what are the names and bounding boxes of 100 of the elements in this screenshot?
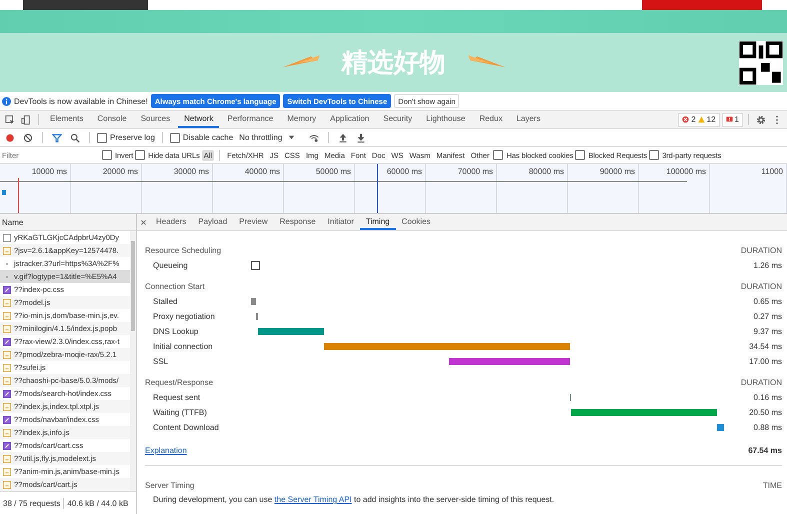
wifi-settings-icon[interactable] — [307, 132, 322, 142]
script-file-icon — [3, 364, 11, 372]
section-title: Connection Start — [145, 282, 205, 291]
checkbox[interactable] — [493, 150, 504, 160]
duration-value: 0.27 ms — [752, 312, 782, 321]
total-duration: 67.54 ms — [748, 446, 782, 454]
duration-value: 1.26 ms — [752, 261, 782, 270]
stylesheet-file-icon — [3, 286, 11, 294]
time-tick-label: 10000 ms — [32, 167, 67, 176]
column-header: DURATION — [740, 246, 782, 255]
detail-tab[interactable]: Timing — [360, 214, 396, 230]
time-tick-label: 30000 ms — [174, 167, 209, 176]
timing-label: Stalled — [153, 297, 178, 306]
timing-label: SSL — [153, 357, 170, 366]
timing-label: Proxy negotiation — [153, 312, 216, 321]
clear-icon[interactable] — [21, 132, 35, 142]
checkbox[interactable] — [170, 132, 180, 142]
server-timing-description: During development, you can use the Server Timing API to add insights into the server-side timing of this request. — [153, 495, 556, 504]
queueing-marker — [251, 261, 260, 270]
request-mini-bar — [2, 190, 6, 195]
time-tick-label: 90000 ms — [600, 167, 635, 176]
duration-value: 0.16 ms — [752, 393, 782, 402]
script-file-icon — [3, 312, 11, 320]
stylesheet-file-icon — [3, 416, 11, 424]
issue-counter[interactable]: 2 12 — [678, 112, 720, 126]
script-file-icon — [3, 468, 11, 476]
duration-value: 34.54 ms — [748, 342, 782, 351]
devtools-tab[interactable]: Console — [91, 111, 133, 128]
close-icon[interactable] — [140, 218, 147, 226]
devtools-tab[interactable]: Security — [377, 111, 418, 128]
document-icon — [3, 234, 11, 242]
devtools-tab[interactable]: Sources — [134, 111, 176, 128]
devtools-tab[interactable]: Elements — [44, 111, 90, 128]
checkbox[interactable] — [135, 150, 146, 160]
script-file-icon — [3, 402, 11, 410]
warning-icon — [698, 116, 705, 123]
duration-value: 9.37 ms — [752, 327, 782, 336]
server-timing-api-link[interactable]: the Server Timing API — [274, 495, 352, 504]
time-tick-label: 40000 ms — [244, 167, 280, 176]
devtools-tab[interactable]: Layers — [510, 111, 546, 128]
time-tick-label: 11000 — [761, 167, 783, 176]
script-file-icon — [3, 454, 11, 462]
qr-code-icon — [739, 41, 783, 85]
detail-tab[interactable]: Response — [274, 214, 322, 230]
caret-icon[interactable] — [288, 134, 296, 141]
script-file-icon — [3, 246, 11, 254]
timing-label: Queueing — [153, 261, 189, 270]
timing-label: Content Download — [153, 423, 220, 432]
section-title: Resource Scheduling — [145, 246, 222, 255]
script-file-icon — [3, 428, 11, 436]
devtools-tab[interactable]: Performance — [221, 111, 280, 128]
error-count: 2 — [691, 115, 696, 124]
detail-tab[interactable]: Preview — [233, 214, 274, 230]
dom-content-loaded-marker — [377, 164, 378, 213]
throttling-dropdown[interactable]: No throttling — [237, 133, 284, 142]
scrollbar[interactable] — [130, 231, 136, 491]
detail-tab[interactable]: Payload — [192, 214, 234, 230]
explanation-link[interactable]: Explanation — [145, 446, 187, 454]
column-header: DURATION — [740, 378, 782, 387]
checkbox[interactable] — [575, 150, 586, 160]
column-header: TIME — [762, 481, 782, 490]
column-header[interactable]: Name — [2, 218, 24, 226]
timing-label: Initial connection — [153, 342, 214, 351]
banner-title: 精选好物 — [342, 47, 446, 80]
duration-value: 0.65 ms — [752, 297, 782, 306]
checkbox[interactable] — [97, 132, 107, 142]
checkbox[interactable] — [102, 150, 112, 160]
issues-counter[interactable]: 1 — [722, 112, 743, 126]
duration-value: 0.88 ms — [752, 423, 782, 432]
devtools-tab[interactable]: Redux — [473, 111, 508, 128]
filter-icon[interactable] — [50, 132, 64, 142]
transferred-size: 40.6 kB / 44.0 kB — [67, 498, 128, 508]
column-header: DURATION — [740, 282, 782, 291]
script-file-icon — [3, 298, 11, 306]
checkbox[interactable] — [649, 150, 660, 160]
search-icon[interactable] — [68, 132, 82, 142]
detail-tab[interactable]: Headers — [150, 214, 192, 230]
section-title: Server Timing — [145, 481, 194, 490]
detail-tab[interactable]: Cookies — [396, 214, 437, 230]
time-tick-label: 20000 ms — [102, 167, 138, 176]
error-icon — [682, 116, 690, 123]
devtools-tab[interactable]: Lighthouse — [420, 111, 472, 128]
time-tick-label: 60000 ms — [386, 167, 422, 176]
stylesheet-file-icon — [3, 338, 11, 346]
timing-label: DNS Lookup — [153, 327, 200, 336]
stylesheet-file-icon — [3, 390, 11, 398]
time-tick-label: 50000 ms — [316, 167, 351, 176]
checkbox-label: Preserve log — [110, 133, 155, 142]
time-tick-label: 70000 ms — [458, 167, 493, 176]
script-file-icon — [3, 324, 11, 332]
devtools-tab[interactable]: Application — [324, 111, 376, 128]
detail-tab[interactable]: Initiator — [322, 214, 360, 230]
network-overview[interactable]: 10000 ms 20000 ms 30000 ms 40000 ms 50000 ms 60000 ms 70000 ms 80000 ms 90000 ms 100000 ms 11000 — [0, 164, 787, 214]
settings-icon[interactable] — [754, 114, 768, 124]
timing-label: Request sent — [153, 393, 202, 402]
timing-label: Waiting (TTFB) — [153, 408, 208, 417]
devtools-tab[interactable]: Memory — [281, 111, 322, 128]
stylesheet-file-icon — [3, 442, 11, 450]
script-file-icon — [3, 350, 11, 358]
issue-count: 1 — [734, 115, 739, 124]
